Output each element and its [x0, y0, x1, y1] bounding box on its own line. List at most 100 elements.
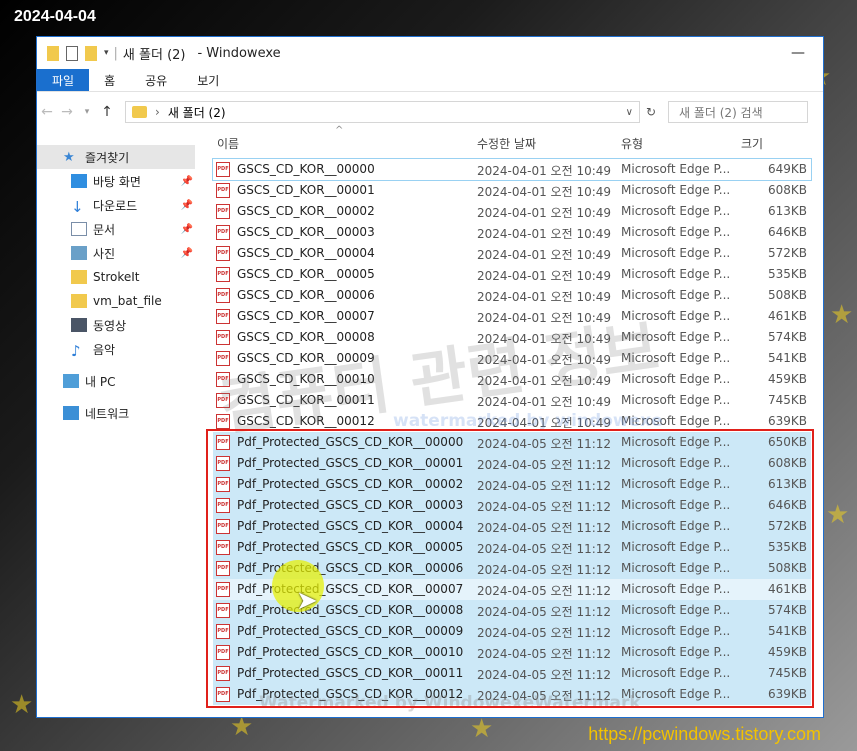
title-bar: ▾ | 새 폴더 (2) - Windowexe —	[37, 37, 823, 69]
sidebar-item-videos[interactable]: 동영상	[37, 313, 207, 337]
video-icon	[71, 318, 87, 332]
file-type: Microsoft Edge P...	[621, 225, 731, 239]
address-dropdown-icon[interactable]: ∨	[626, 107, 633, 118]
document-icon	[71, 222, 87, 236]
modified-date: 2024-04-01 오전 10:49	[477, 374, 612, 388]
file-type: Microsoft Edge P...	[621, 267, 731, 281]
sidebar-item-label: 다운로드	[93, 198, 138, 213]
star-decoration: ★	[10, 690, 34, 720]
tab-share[interactable]: 공유	[130, 69, 182, 91]
pdf-file-icon: PDF	[216, 414, 230, 429]
forward-arrow-icon[interactable]: →	[57, 104, 77, 120]
sidebar-item-downloads[interactable]: ↓ 다운로드 📌	[37, 193, 207, 217]
properties-icon[interactable]	[66, 45, 78, 61]
file-name: GSCS_CD_KOR__00010	[237, 372, 375, 386]
table-row[interactable]: PDF GSCS_CD_KOR__00008 2024-04-01 오전 10:49…	[213, 327, 811, 348]
sidebar-item-quick-access[interactable]: ★ 즐겨찾기	[37, 145, 195, 169]
column-date[interactable]: 수정한 날짜	[477, 135, 536, 152]
sidebar-item-documents[interactable]: 문서 📌	[37, 217, 207, 241]
mouse-pointer-icon: ➤	[296, 586, 318, 616]
file-size: 572KB	[767, 246, 807, 260]
column-type[interactable]: 유형	[621, 135, 643, 152]
folder-icon	[71, 270, 87, 284]
pdf-file-icon: PDF	[216, 267, 230, 282]
modified-date: 2024-04-01 오전 10:49	[477, 311, 612, 325]
column-name[interactable]: 이름	[217, 135, 239, 152]
pdf-file-icon: PDF	[216, 288, 230, 303]
pdf-file-icon: PDF	[216, 351, 230, 366]
folder-icon	[71, 294, 87, 308]
file-size: 608KB	[767, 183, 807, 197]
table-row[interactable]: PDF GSCS_CD_KOR__00007 2024-04-01 오전 10:49…	[213, 306, 811, 327]
file-name: GSCS_CD_KOR__00001	[237, 183, 375, 197]
new-folder-icon[interactable]	[85, 45, 97, 61]
breadcrumb[interactable]: 새 폴더 (2)	[168, 104, 226, 121]
table-row[interactable]: PDF GSCS_CD_KOR__00010 2024-04-01 오전 10:49…	[213, 369, 811, 390]
table-row[interactable]: PDF GSCS_CD_KOR__00005 2024-04-01 오전 10:49…	[213, 264, 811, 285]
file-type: Microsoft Edge P...	[621, 414, 731, 428]
pin-icon[interactable]: 📌	[181, 248, 193, 259]
sidebar-item-pictures[interactable]: 사진 📌	[37, 241, 207, 265]
sidebar-item-network[interactable]: 네트워크	[37, 401, 207, 425]
modified-date: 2024-04-01 오전 10:49	[477, 395, 612, 409]
path-chevron-icon: ›	[155, 105, 160, 119]
pin-icon[interactable]: 📌	[181, 200, 193, 211]
file-size: 745KB	[767, 393, 807, 407]
table-row[interactable]: PDF GSCS_CD_KOR__00006 2024-04-01 오전 10:49…	[213, 285, 811, 306]
table-row[interactable]: PDF GSCS_CD_KOR__00004 2024-04-01 오전 10:49…	[213, 243, 811, 264]
download-arrow-icon: ↓	[71, 198, 84, 216]
pin-icon[interactable]: 📌	[181, 176, 193, 187]
file-type: Microsoft Edge P...	[621, 309, 731, 323]
table-row[interactable]: PDF GSCS_CD_KOR__00001 2024-04-01 오전 10:49…	[213, 180, 811, 201]
up-arrow-icon[interactable]: ↑	[97, 104, 117, 120]
file-name: GSCS_CD_KOR__00007	[237, 309, 375, 323]
address-bar[interactable]: › 새 폴더 (2) ∨	[125, 101, 640, 123]
file-name: GSCS_CD_KOR__00002	[237, 204, 375, 218]
table-row[interactable]: PDF GSCS_CD_KOR__00000 2024-04-01 오전 10:49…	[212, 158, 812, 181]
minimize-icon[interactable]: —	[791, 45, 805, 61]
sidebar-item-desktop[interactable]: 바탕 화면 📌	[37, 169, 207, 193]
column-size[interactable]: 크기	[741, 135, 763, 152]
table-row[interactable]: PDF GSCS_CD_KOR__00002 2024-04-01 오전 10:49…	[213, 201, 811, 222]
sidebar-item-strokeit[interactable]: StrokeIt	[37, 265, 207, 289]
sidebar-item-label: vm_bat_file	[93, 294, 162, 308]
refresh-icon[interactable]: ↻	[640, 105, 662, 119]
pdf-file-icon: PDF	[216, 372, 230, 387]
title-separator: |	[113, 45, 118, 61]
tab-home[interactable]: 홈	[89, 69, 130, 91]
search-input[interactable]: 새 폴더 (2) 검색	[668, 101, 808, 123]
file-type: Microsoft Edge P...	[621, 183, 731, 197]
sidebar-item-vm-bat-file[interactable]: vm_bat_file	[37, 289, 207, 313]
star-decoration: ★	[830, 300, 854, 330]
computer-icon	[63, 374, 79, 388]
modified-date: 2024-04-01 오전 10:49	[477, 248, 612, 262]
back-arrow-icon[interactable]: ←	[37, 104, 57, 120]
pin-icon[interactable]: 📌	[181, 224, 193, 235]
column-headers: ^ 이름 수정한 날짜 유형 크기	[213, 125, 823, 159]
folder-icon	[47, 45, 59, 61]
table-row[interactable]: PDF GSCS_CD_KOR__00003 2024-04-01 오전 10:49…	[213, 222, 811, 243]
network-icon	[63, 406, 79, 420]
sidebar-item-this-pc[interactable]: 내 PC	[37, 369, 207, 393]
file-type: Microsoft Edge P...	[621, 393, 731, 407]
quick-access-dropdown-icon[interactable]: ▾	[104, 48, 109, 58]
sidebar-item-label: 문서	[93, 222, 116, 237]
recent-dropdown-icon[interactable]: ▾	[77, 107, 97, 117]
date-stamp: 2024-04-04	[14, 8, 96, 25]
modified-date: 2024-04-01 오전 10:49	[477, 353, 612, 367]
tab-view[interactable]: 보기	[182, 69, 234, 91]
sidebar-item-music[interactable]: ♪ 음악	[37, 337, 207, 361]
tab-file[interactable]: 파일	[37, 69, 90, 91]
modified-date: 2024-04-01 오전 10:49	[477, 332, 612, 346]
file-size: 574KB	[767, 330, 807, 344]
star-icon: ★	[63, 150, 75, 165]
pdf-file-icon: PDF	[216, 162, 230, 177]
sidebar-item-label: 네트워크	[85, 406, 130, 421]
table-row[interactable]: PDF GSCS_CD_KOR__00011 2024-04-01 오전 10:49…	[213, 390, 811, 411]
file-size: 613KB	[767, 204, 807, 218]
modified-date: 2024-04-01 오전 10:49	[477, 206, 612, 220]
file-name: GSCS_CD_KOR__00012	[237, 414, 375, 428]
pdf-file-icon: PDF	[216, 246, 230, 261]
modified-date: 2024-04-01 오전 10:49	[477, 290, 612, 304]
table-row[interactable]: PDF GSCS_CD_KOR__00009 2024-04-01 오전 10:49…	[213, 348, 811, 369]
